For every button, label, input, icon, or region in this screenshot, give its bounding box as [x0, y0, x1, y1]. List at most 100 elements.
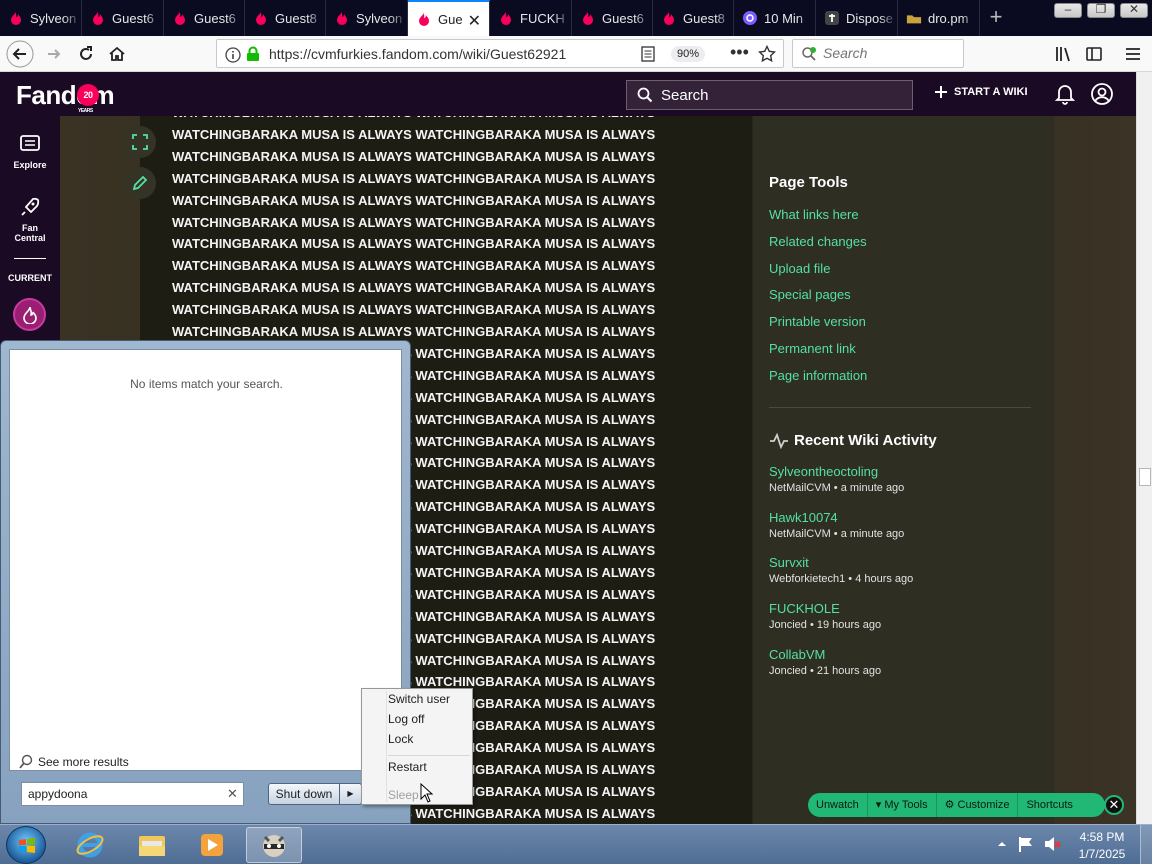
minimize-button[interactable]: –	[1054, 2, 1082, 18]
show-desktop-button[interactable]	[1140, 825, 1152, 864]
activity-page-link[interactable]: FUCKHOLE	[769, 601, 840, 616]
browser-tab[interactable]: Guest6	[164, 0, 245, 36]
tab-fade	[879, 0, 897, 36]
back-button[interactable]	[6, 40, 34, 68]
browser-tab[interactable]: Sylveon	[0, 0, 82, 36]
explore-label: Explore	[13, 160, 47, 170]
my-tools-button[interactable]: ▾ My Tools	[868, 793, 937, 817]
home-button[interactable]	[103, 40, 131, 68]
page-tool-link[interactable]: Special pages	[769, 287, 851, 302]
fandom-icon	[580, 10, 596, 26]
page-tool-link[interactable]: Page information	[769, 368, 867, 383]
page-tool-link[interactable]: What links here	[769, 207, 859, 222]
browser-tab[interactable]: dro.pm	[898, 0, 980, 36]
page-tool-link[interactable]: Permanent link	[769, 341, 856, 356]
fan-central-label-1: Fan	[21, 223, 38, 233]
unwatch-button[interactable]: Unwatch	[808, 793, 868, 817]
fandom-icon	[253, 10, 269, 26]
maximize-button[interactable]: ❐	[1087, 2, 1115, 18]
fandom-icon	[498, 10, 514, 26]
browser-tab[interactable]: 10 Min	[734, 0, 816, 36]
activity-page-link[interactable]: Hawk10074	[769, 510, 838, 525]
plus-icon	[935, 86, 947, 98]
menu-button[interactable]	[1119, 40, 1147, 68]
start-button[interactable]	[6, 826, 46, 864]
library-button[interactable]	[1049, 40, 1077, 68]
restart-item[interactable]: Restart	[388, 760, 427, 774]
lock-item[interactable]: Lock	[388, 732, 413, 746]
new-tab-button[interactable]: +	[984, 6, 1008, 30]
activity-page-link[interactable]: CollabVM	[769, 647, 825, 662]
page-actions-icon[interactable]: •••	[730, 42, 749, 63]
close-tab-icon[interactable]: ✕	[468, 11, 481, 31]
fandom-icon	[90, 10, 106, 26]
browser-tab[interactable]: Gue ✕	[408, 0, 490, 36]
browser-tab[interactable]: Dispose	[816, 0, 898, 36]
fandom-icon	[8, 10, 24, 26]
see-more-results-link[interactable]: See more results	[18, 754, 129, 770]
shut-down-button[interactable]: Shut down	[268, 783, 340, 805]
page-tool-link[interactable]: Printable version	[769, 314, 866, 329]
switch-user-item[interactable]: Switch user	[388, 692, 450, 706]
fan-central-nav-item[interactable]: Fan Central	[0, 196, 60, 243]
browser-tab[interactable]: Guest8	[653, 0, 734, 36]
clock-time[interactable]: 4:58 PM	[1070, 830, 1134, 844]
start-search-input[interactable]	[28, 787, 218, 801]
browser-search-input[interactable]	[823, 45, 953, 61]
url-bar[interactable]: https://cvmfurkies.fandom.com/wiki/Guest…	[216, 39, 784, 68]
close-window-button[interactable]: ✕	[1120, 2, 1148, 18]
activity-meta: Webforkietech1 • 4 hours ago	[769, 573, 914, 586]
browser-tab[interactable]: Guest8	[245, 0, 326, 36]
current-wiki-avatar[interactable]	[13, 298, 46, 331]
anniversary-badge: 20	[77, 84, 99, 106]
zoom-indicator[interactable]: 90%	[671, 46, 706, 62]
shortcuts-button[interactable]: Shortcuts	[1018, 793, 1104, 817]
activity-page-link[interactable]: Survxit	[769, 555, 809, 570]
dro-icon	[906, 10, 922, 26]
sidebar-button[interactable]	[1080, 40, 1108, 68]
fullscreen-button[interactable]	[124, 126, 156, 158]
wiki-toolbar: Unwatch ▾ My Tools ⚙ Customize Shortcuts	[808, 793, 1105, 817]
volume-muted-icon[interactable]	[1043, 835, 1061, 853]
bookmark-star-icon[interactable]	[758, 45, 776, 63]
explore-nav-item[interactable]: Explore	[0, 134, 60, 170]
shut-down-options-arrow[interactable]: ▶	[340, 783, 362, 805]
page-tool-link[interactable]: Upload file	[769, 261, 830, 276]
clock-date[interactable]: 1/7/2025	[1070, 847, 1134, 861]
windows-taskbar: 4:58 PM 1/7/2025	[0, 824, 1152, 864]
reload-button[interactable]	[72, 40, 100, 68]
action-center-flag-icon[interactable]	[1017, 835, 1035, 853]
browser-tab[interactable]: Guest6	[82, 0, 164, 36]
page-tool-link[interactable]: Related changes	[769, 234, 867, 249]
customize-button[interactable]: ⚙ Customize	[937, 793, 1019, 817]
browser-tab[interactable]: Sylveon	[326, 0, 408, 36]
search-engine-icon	[802, 47, 816, 61]
firefox-taskbar-button[interactable]	[246, 827, 302, 863]
page-scrollbar[interactable]	[1136, 72, 1152, 824]
explorer-taskbar-button[interactable]	[124, 827, 180, 863]
reader-view-icon[interactable]	[641, 46, 655, 62]
activity-page-link[interactable]: Sylveontheoctoling	[769, 464, 878, 479]
internet-explorer-taskbar-button[interactable]	[62, 827, 118, 863]
browser-tab[interactable]: FUCKH	[490, 0, 572, 36]
fandom-search-button[interactable]: Search	[626, 80, 913, 110]
start-a-wiki-button[interactable]: START A WIKI	[934, 85, 1028, 99]
toolbar-close-icon[interactable]: ✕	[1104, 795, 1124, 815]
fandom-logo[interactable]: Fandom 20 YEARS	[16, 80, 115, 114]
edit-button[interactable]	[124, 167, 156, 199]
forward-button[interactable]	[40, 40, 68, 68]
activity-icon	[770, 433, 788, 449]
scrollbar-thumb[interactable]	[1139, 468, 1151, 486]
browser-tab[interactable]: Guest6	[572, 0, 653, 36]
info-icon[interactable]	[225, 47, 241, 63]
media-player-taskbar-button[interactable]	[184, 827, 240, 863]
browser-search-field[interactable]	[792, 39, 964, 68]
log-off-item[interactable]: Log off	[388, 712, 424, 726]
user-account-icon[interactable]	[1091, 83, 1113, 105]
article-text-line: WATCHINGBARAKA MUSA IS ALWAYS WATCHINGBA…	[172, 126, 656, 142]
show-hidden-icons-icon[interactable]	[997, 839, 1007, 849]
start-search-box[interactable]: ✕	[21, 782, 244, 806]
start-menu: No items match your search. See more res…	[0, 340, 411, 824]
bell-icon[interactable]	[1055, 83, 1075, 105]
clear-search-icon[interactable]: ✕	[227, 786, 238, 802]
